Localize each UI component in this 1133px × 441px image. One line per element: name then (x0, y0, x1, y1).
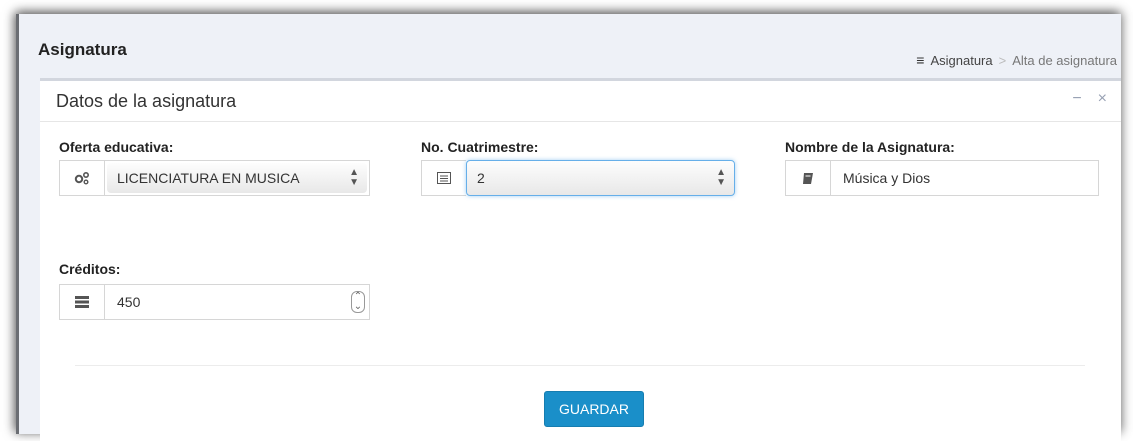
panel-title: Datos de la asignatura (56, 91, 237, 111)
cuatrimestre-select[interactable]: 2 ▲ ▼ (466, 160, 735, 196)
breadcrumb: ≡ Asignatura > Alta de asignatura (916, 52, 1117, 68)
book-icon (786, 161, 831, 195)
oferta-value: LICENCIATURA EN MUSICA (117, 170, 300, 186)
page-title: Asignatura (38, 40, 127, 59)
nombre-label: Nombre de la Asignatura: (785, 139, 955, 155)
nombre-field: Música y Dios (785, 160, 1099, 196)
creditos-input[interactable]: 450 (105, 285, 347, 319)
cuatrimestre-value: 2 (477, 170, 485, 186)
breadcrumb-home[interactable]: Asignatura (930, 53, 992, 68)
content-wrapper: Asignatura ≡ Asignatura > Alta de asigna… (16, 14, 1121, 441)
nombre-input[interactable]: Música y Dios (831, 161, 1098, 195)
creditos-field: 450 ⌃ ⌄ (59, 284, 370, 320)
form-divider (75, 365, 1085, 366)
oferta-select[interactable]: LICENCIATURA EN MUSICA ▲ ▼ (107, 163, 367, 193)
close-icon[interactable]: × (1098, 90, 1107, 108)
creditos-label: Créditos: (59, 261, 121, 277)
panel-header: Datos de la asignatura − × (40, 81, 1121, 122)
oferta-label: Oferta educativa: (59, 139, 174, 155)
minimize-icon[interactable]: − (1072, 90, 1081, 108)
cuatrimestre-field: 2 ▲ ▼ (421, 160, 735, 196)
select-arrows-icon: ▲ ▼ (716, 167, 726, 188)
panel-tools: − × (1072, 90, 1107, 108)
breadcrumb-separator: > (998, 52, 1007, 68)
list-icon (421, 160, 466, 196)
menu-icon: ≡ (916, 52, 925, 68)
breadcrumb-current: Alta de asignatura (1012, 52, 1117, 68)
tasks-icon (60, 285, 105, 319)
save-button[interactable]: GUARDAR (544, 391, 644, 427)
number-spinner[interactable]: ⌃ ⌄ (347, 285, 369, 319)
select-arrows-icon: ▲ ▼ (349, 167, 359, 188)
cuatrimestre-label: No. Cuatrimestre: (421, 139, 539, 155)
form-panel: Datos de la asignatura − × Oferta educat… (40, 78, 1121, 441)
oferta-field: LICENCIATURA EN MUSICA ▲ ▼ (59, 160, 370, 196)
cogs-icon (60, 161, 105, 195)
